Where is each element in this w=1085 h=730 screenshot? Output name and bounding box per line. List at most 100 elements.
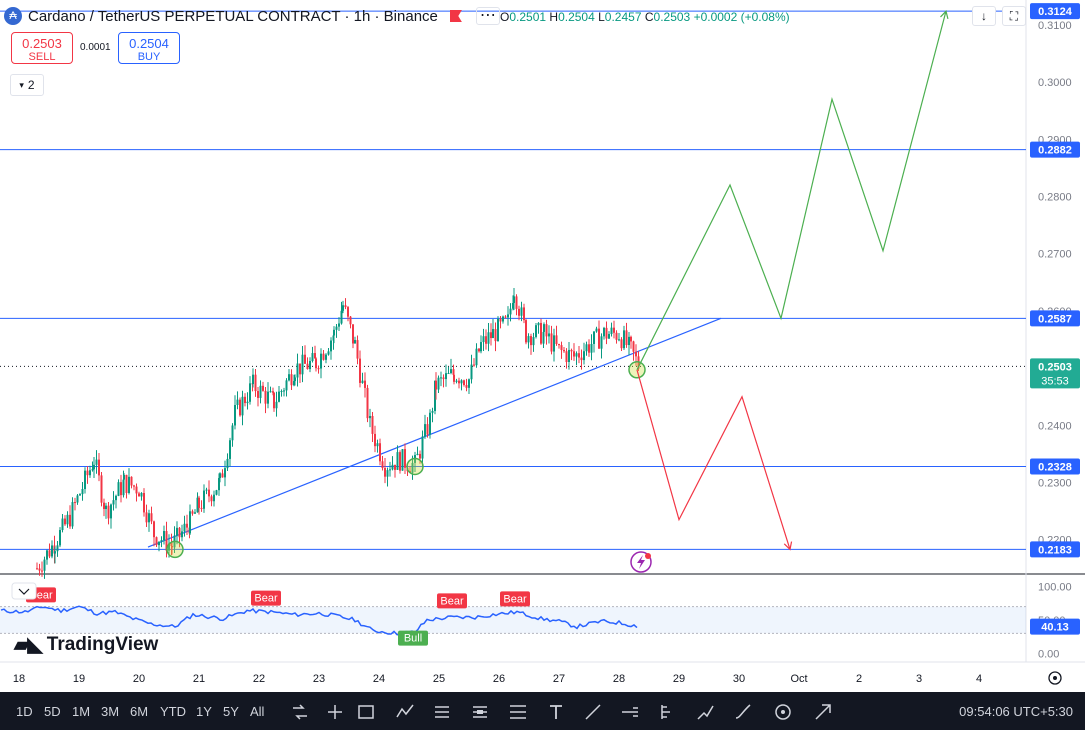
candle-body [143,492,145,513]
candle-body [296,363,299,378]
candle-body [325,354,327,360]
rsi-pane-toggle[interactable] [11,582,37,600]
level-price-label: 0.2882 [1038,145,1072,157]
short-position-icon[interactable] [470,702,490,722]
candle-body [598,328,600,349]
candle-body [122,479,125,496]
rectangle-tool-icon[interactable] [356,702,376,722]
candle-body [568,349,570,363]
candle-body [480,342,482,352]
time-tick-label: 23 [313,673,325,685]
fib-tool-icon[interactable] [508,702,528,722]
close-value: 0.2503 [653,10,691,24]
candle-body [426,424,429,435]
long-position-icon[interactable] [432,702,452,722]
clock-readout: 09:54:06 UTC+5:30 [959,704,1073,719]
candle-body [203,490,205,509]
candle-body [442,377,445,380]
open-label: O [500,10,510,24]
candle-body [490,332,492,339]
timeframe-1d[interactable]: 1D [16,704,33,719]
text-tool-icon[interactable] [546,702,566,722]
timeframe-5y[interactable]: 5Y [223,704,239,719]
candle-body [275,401,278,409]
buy-price: 0.2504 [129,36,169,51]
candle-body [523,307,525,321]
cardano-logo-icon: ₳ [4,7,22,25]
time-tick-label: 22 [253,673,265,685]
cursor-icon[interactable] [325,702,345,722]
collapse-arrow-icon[interactable]: ↓ [972,6,996,26]
time-tick-label: 30 [733,673,745,685]
candle-body [473,364,475,366]
trendline-tool-icon[interactable] [583,702,603,722]
candle-body [148,513,150,523]
flag-icon[interactable] [449,10,462,22]
compare-icon[interactable] [290,702,310,722]
timeframe-all[interactable]: All [250,704,264,719]
candle-body [246,401,249,404]
candle-body [234,404,236,426]
candle-body [125,474,128,494]
spread-value: 0.0001 [80,42,111,53]
horizontal-ray-icon[interactable] [620,702,640,722]
timeframe-5d[interactable]: 5D [44,704,61,719]
top-right-controls: ↓ ⛶ [972,6,1026,26]
candle-body [389,469,391,471]
eye-icon[interactable] [773,702,793,722]
candle-body [573,351,575,357]
candle-body [105,505,107,510]
candle-body [158,541,160,546]
path-tool-icon[interactable] [695,702,715,722]
measure-tool-icon[interactable] [657,702,677,722]
candle-body [221,473,224,478]
candle-body [254,374,257,392]
timeframe-1y[interactable]: 1Y [196,704,212,719]
chart-canvas[interactable]: 0.31000.30000.29000.28000.27000.26000.25… [0,0,1085,692]
ohlc-readout: O0.2501 H0.2504 L0.2457 C0.2503 +0.0002 … [500,10,790,24]
candle-body [540,322,542,344]
candle-body [103,502,105,510]
candle-body [219,473,221,479]
candle-body [249,383,251,402]
sell-button[interactable]: 0.2503 SELL [11,32,73,64]
candle-body [455,380,458,382]
candle-body [178,527,181,538]
candle-body [344,305,347,308]
candle-body [440,377,442,379]
chevron-down-icon: ▾ [19,79,24,90]
more-options-icon[interactable]: ⋯ [475,7,500,25]
candle-body [98,459,100,476]
candle-body [401,449,404,471]
candle-body [435,380,437,390]
candle-body [416,453,419,456]
candle-body [299,363,301,375]
pattern-tool-icon[interactable] [395,702,415,722]
candle-body [285,380,288,391]
candle-body [600,336,603,349]
candle-body [460,380,463,384]
timeframe-3m[interactable]: 3M [101,704,119,719]
low-label: L [598,10,605,24]
rsi-band [0,606,1026,634]
indicators-toggle[interactable]: ▾ 2 [10,74,44,96]
arrow-tool-icon[interactable] [813,702,833,722]
candle-body [419,453,421,459]
time-tick-label: 27 [553,673,565,685]
timeframe-6m[interactable]: 6M [130,704,148,719]
brush-tool-icon[interactable] [733,702,753,722]
bullish-projection-path [636,10,947,371]
fullscreen-icon[interactable]: ⛶ [1002,6,1026,26]
buy-button[interactable]: 0.2504 BUY [118,32,180,64]
candle-body [120,482,122,496]
candle-body [46,550,48,560]
candle-body [81,489,84,495]
candle-body [470,364,473,380]
timeframe-1m[interactable]: 1M [72,704,90,719]
candle-body [509,308,512,315]
candle-body [482,336,485,343]
symbol-header[interactable]: ₳ Cardano / TetherUS PERPETUAL CONTRACT … [4,4,500,28]
candle-body [525,320,527,343]
timeframe-ytd[interactable]: YTD [160,704,186,719]
candle-body [585,344,588,352]
